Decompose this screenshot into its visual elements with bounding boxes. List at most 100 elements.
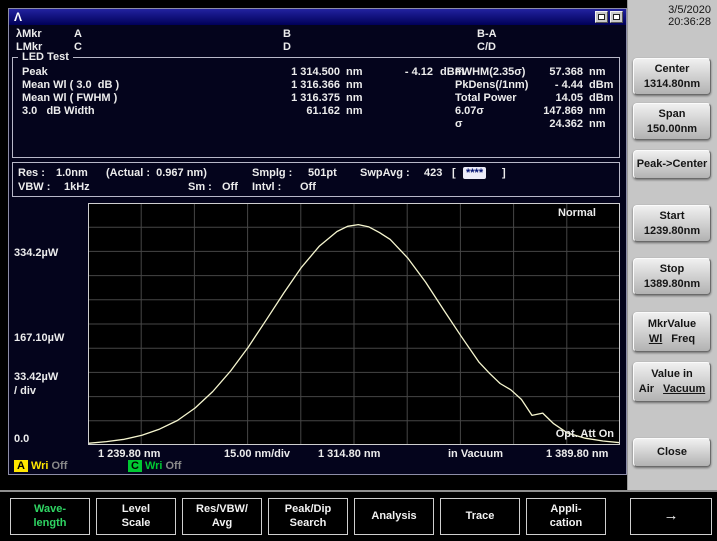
y-axis-per-div-label: 33.42µW bbox=[14, 371, 58, 383]
function-key[interactable]: Level Scale bbox=[96, 498, 176, 535]
total-power-value: 14.05 bbox=[495, 92, 583, 104]
x-axis-per-div-label: 15.00 nm/div bbox=[224, 448, 290, 460]
peak-label: Peak bbox=[22, 66, 48, 78]
softkey-value-in-title: Value in bbox=[651, 367, 693, 382]
marker-value-wl-option[interactable]: Wl bbox=[649, 332, 662, 347]
softkey-span[interactable]: Span 150.00nm bbox=[633, 103, 711, 140]
trace-status: A Wri Off bbox=[14, 460, 67, 472]
time-label: 20:36:28 bbox=[627, 16, 711, 28]
softkey-stop[interactable]: Stop 1389.80nm bbox=[633, 258, 711, 295]
trace-a-state-label: Off bbox=[51, 460, 67, 472]
total-power-unit: dBm bbox=[589, 92, 613, 104]
softkey-center[interactable]: Center 1314.80nm bbox=[633, 58, 711, 95]
six-sigma-value: 147.869 bbox=[495, 105, 583, 117]
pkdens-unit: dBm bbox=[589, 79, 613, 91]
function-key[interactable]: Trace bbox=[440, 498, 520, 535]
mean-wl-3db-value: 1 316.366 bbox=[225, 79, 340, 91]
function-key-label: Peak/Dip bbox=[285, 503, 331, 517]
smoothing-label: Sm : bbox=[188, 181, 212, 193]
maximize-icon bbox=[598, 14, 605, 20]
function-key[interactable]: → bbox=[630, 498, 712, 535]
softkey-start[interactable]: Start 1239.80nm bbox=[633, 205, 711, 242]
res-value: 1.0nm bbox=[56, 167, 88, 179]
sweep-avg-progress: **** bbox=[463, 167, 486, 179]
function-key-label: length bbox=[34, 517, 67, 531]
sigma-label: σ bbox=[455, 118, 463, 130]
softkey-close[interactable]: Close bbox=[633, 438, 711, 467]
function-key-label: cation bbox=[550, 517, 582, 531]
softkey-marker-value[interactable]: MkrValue Wl Freq bbox=[633, 312, 711, 352]
softkey-span-title: Span bbox=[659, 107, 686, 122]
softkey-stop-value: 1389.80nm bbox=[644, 277, 700, 292]
date-label: 3/5/2020 bbox=[627, 4, 711, 16]
mean-wl-fwhm-value: 1 316.375 bbox=[225, 92, 340, 104]
marker-b-a-label: B-A bbox=[477, 28, 497, 40]
function-key[interactable]: Res/VBW/ Avg bbox=[182, 498, 262, 535]
maximize-button[interactable] bbox=[595, 11, 608, 23]
marker-value-freq-option[interactable]: Freq bbox=[671, 332, 695, 347]
function-key[interactable]: Analysis bbox=[354, 498, 434, 535]
value-in-air-option[interactable]: Air bbox=[639, 382, 654, 397]
trace-c-state-label: Off bbox=[165, 460, 181, 472]
six-sigma-label: 6.07σ bbox=[455, 105, 484, 117]
softkey-marker-value-title: MkrValue bbox=[648, 317, 696, 332]
six-sigma-unit: nm bbox=[589, 105, 606, 117]
optical-attenuator-status: Opt. Att On bbox=[534, 428, 614, 440]
more-keys-arrow-icon: → bbox=[664, 507, 679, 526]
trace-canvas bbox=[88, 203, 620, 445]
db-width-value: 61.162 bbox=[225, 105, 340, 117]
close-icon bbox=[613, 14, 620, 20]
wavelength-marker-label: λMkr bbox=[16, 28, 42, 40]
mean-wl-3db-label: Mean Wl ( 3.0 dB ) bbox=[22, 79, 119, 91]
softkey-center-title: Center bbox=[655, 62, 690, 77]
sweep-avg-bracket-close: ] bbox=[502, 167, 506, 179]
function-key-label: Search bbox=[290, 517, 327, 531]
led-test-legend: LED Test bbox=[18, 51, 73, 63]
display-mode-label: Normal bbox=[558, 207, 596, 219]
function-key[interactable]: Appli- cation bbox=[526, 498, 606, 535]
y-axis-mid-label: 167.10µW bbox=[14, 332, 64, 344]
function-key-label: Level bbox=[122, 503, 150, 517]
sigma-unit: nm bbox=[589, 118, 606, 130]
peak-wavelength-value: 1 314.500 bbox=[225, 66, 340, 78]
softkey-peak-to-center[interactable]: Peak->Center bbox=[633, 150, 711, 179]
marker-d-label: D bbox=[283, 41, 291, 53]
softkey-span-value: 150.00nm bbox=[647, 122, 697, 137]
res-label: Res : bbox=[18, 167, 45, 179]
softkey-close-title: Close bbox=[657, 445, 687, 460]
measurement-medium-label: in Vacuum bbox=[448, 448, 503, 460]
marker-c-d-label: C/D bbox=[477, 41, 496, 53]
marker-b-label: B bbox=[283, 28, 291, 40]
function-key-label: Res/VBW/ bbox=[196, 503, 248, 517]
trace-c-mode-label: Wri bbox=[145, 460, 163, 472]
value-in-vacuum-option[interactable]: Vacuum bbox=[663, 382, 705, 397]
spectrum-plot bbox=[88, 203, 620, 445]
interval-label: Intvl : bbox=[252, 181, 281, 193]
titlebar: Λ bbox=[9, 9, 626, 25]
smoothing-value: Off bbox=[222, 181, 238, 193]
vbw-label: VBW : bbox=[18, 181, 50, 193]
sampling-value: 501pt bbox=[308, 167, 337, 179]
fwhm-value: 57.368 bbox=[495, 66, 583, 78]
function-key[interactable]: Wave- length bbox=[10, 498, 90, 535]
vbw-value: 1kHz bbox=[64, 181, 90, 193]
fwhm-unit: nm bbox=[589, 66, 606, 78]
sampling-label: Smplg : bbox=[252, 167, 292, 179]
x-axis-center-label: 1 314.80 nm bbox=[318, 448, 380, 460]
y-axis-zero-label: 0.0 bbox=[14, 433, 29, 445]
mean-wl-3db-unit: nm bbox=[346, 79, 363, 91]
function-key[interactable]: Peak/Dip Search bbox=[268, 498, 348, 535]
x-axis-stop-label: 1 389.80 nm bbox=[546, 448, 608, 460]
softkey-value-in[interactable]: Value in Air Vacuum bbox=[633, 362, 711, 402]
marker-c-label: C bbox=[74, 41, 82, 53]
softkey-start-value: 1239.80nm bbox=[644, 224, 700, 239]
function-key-label: Analysis bbox=[371, 510, 416, 524]
interval-value: Off bbox=[300, 181, 316, 193]
trace-c-badge: C bbox=[128, 460, 142, 472]
function-key-label: Scale bbox=[122, 517, 151, 531]
peak-level-value: - 4.12 bbox=[375, 66, 433, 78]
sweep-avg-bracket-open: [ bbox=[452, 167, 456, 179]
marker-a-label: A bbox=[74, 28, 82, 40]
res-actual-value: (Actual : 0.967 nm) bbox=[106, 167, 207, 179]
close-window-button[interactable] bbox=[610, 11, 623, 23]
